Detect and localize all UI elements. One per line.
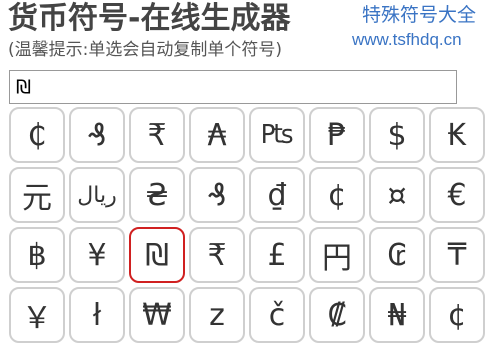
symbol-button[interactable]: ₭	[429, 107, 485, 163]
symbol-button[interactable]: ₩	[129, 287, 185, 343]
symbol-button[interactable]: ریال	[69, 167, 125, 223]
symbol-button[interactable]: ₴	[129, 167, 185, 223]
symbol-button[interactable]: ₳	[189, 107, 245, 163]
symbol-button[interactable]: 円	[309, 227, 365, 283]
page-subtitle: (温馨提示:单选会自动复制单个符号)	[8, 40, 282, 60]
page-header: 货币符号-在线生成器 (温馨提示:单选会自动复制单个符号) 特殊符号大全 www…	[0, 0, 494, 68]
symbol-button-selected[interactable]: ₪	[129, 227, 185, 283]
symbol-button[interactable]: č	[249, 287, 305, 343]
symbol-button[interactable]: £	[249, 227, 305, 283]
symbol-button[interactable]: ₢	[369, 227, 425, 283]
symbol-button[interactable]: ₫	[249, 167, 305, 223]
symbol-button[interactable]: ¢	[429, 287, 485, 343]
symbol-button[interactable]: ₹	[189, 227, 245, 283]
symbol-button[interactable]: ₰	[189, 167, 245, 223]
symbol-button[interactable]: 元	[9, 167, 65, 223]
page-title: 货币符号-在线生成器	[8, 1, 291, 36]
symbol-button[interactable]: ￥	[9, 287, 65, 343]
symbol-button[interactable]: ¤	[369, 167, 425, 223]
symbol-button[interactable]: ₱	[309, 107, 365, 163]
symbol-button[interactable]: ฿	[9, 227, 65, 283]
symbol-button[interactable]: ₡	[309, 287, 365, 343]
result-field[interactable]: ₪	[9, 70, 457, 104]
symbol-button[interactable]: ₦	[369, 287, 425, 343]
site-brand-name[interactable]: 特殊符号大全	[362, 2, 476, 28]
symbol-grid: ₵ ₰ ₹ ₳ ₧ ₱ $ ₭ 元 ریال ₴ ₰ ₫ ¢ ¤ € ฿ ¥ ₪…	[9, 107, 494, 343]
symbol-button[interactable]: ¢	[309, 167, 365, 223]
symbol-button[interactable]: z	[189, 287, 245, 343]
symbol-button[interactable]: ₰	[69, 107, 125, 163]
symbol-button[interactable]: ₧	[249, 107, 305, 163]
symbol-button[interactable]: ₸	[429, 227, 485, 283]
symbol-button[interactable]: ₹	[129, 107, 185, 163]
symbol-button[interactable]: ₵	[9, 107, 65, 163]
site-brand-url[interactable]: www.tsfhdq.cn	[352, 28, 462, 52]
symbol-button[interactable]: $	[369, 107, 425, 163]
symbol-button[interactable]: ł	[69, 287, 125, 343]
symbol-button[interactable]: €	[429, 167, 485, 223]
symbol-button[interactable]: ¥	[69, 227, 125, 283]
